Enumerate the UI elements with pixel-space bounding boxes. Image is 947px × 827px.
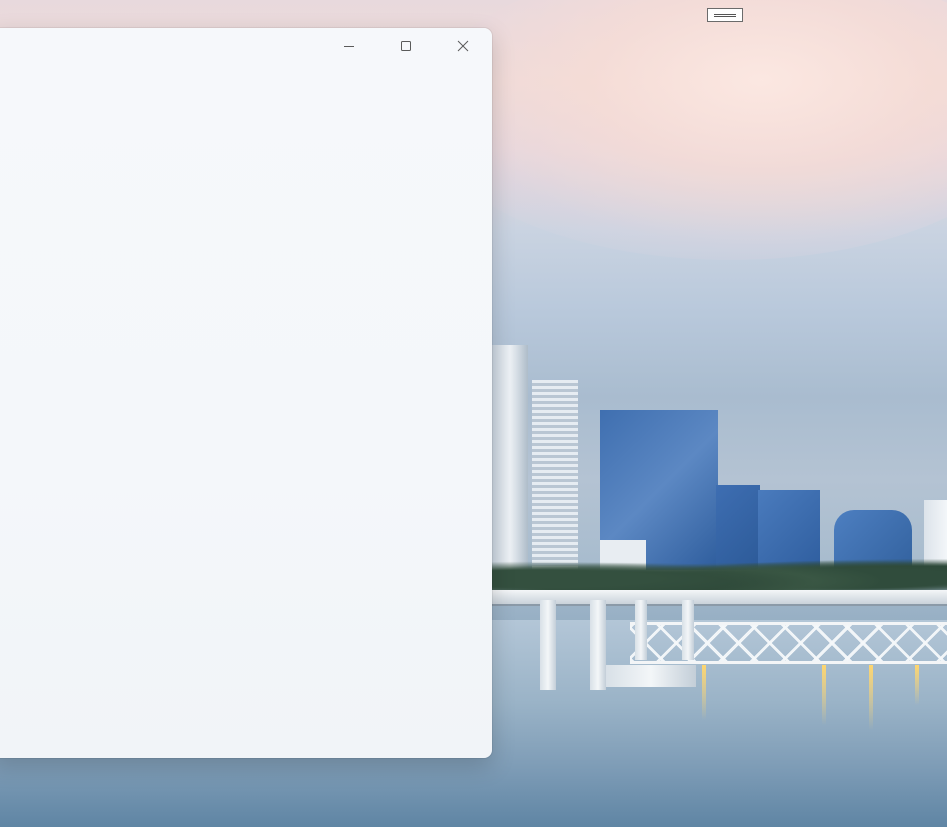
wallpaper-light-reflection: [869, 665, 873, 730]
close-button[interactable]: [434, 28, 491, 64]
window-titlebar[interactable]: [0, 28, 492, 64]
wallpaper-pillar: [635, 600, 647, 660]
wallpaper-light-reflection: [915, 665, 919, 705]
wallpaper-pillar: [606, 665, 696, 687]
maximize-icon: [400, 41, 411, 51]
desktop-background: [0, 0, 947, 827]
minimize-icon: [343, 46, 354, 47]
wallpaper-footbridge: [630, 622, 947, 664]
app-window: [0, 28, 492, 758]
maximize-button[interactable]: [377, 28, 434, 64]
window-content-area: [0, 64, 492, 758]
wallpaper-building: [532, 380, 578, 570]
wallpaper-cloud: [420, 0, 947, 260]
wallpaper-light-reflection: [702, 665, 706, 720]
wallpaper-trees: [492, 548, 947, 592]
wallpaper-pillar: [590, 600, 606, 690]
wallpaper-bridge: [492, 590, 947, 606]
wallpaper-light-reflection: [822, 665, 826, 725]
minimize-button[interactable]: [320, 28, 377, 64]
wallpaper-pillar: [682, 600, 694, 660]
close-icon: [457, 40, 468, 52]
wallpaper-pillar: [540, 600, 556, 690]
drag-handle-icon[interactable]: [707, 8, 743, 22]
wallpaper-building: [492, 345, 528, 570]
